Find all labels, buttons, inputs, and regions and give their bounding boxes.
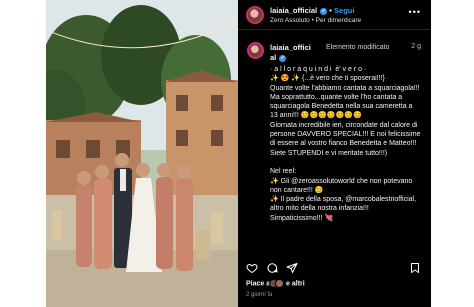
post-date: 2 giorni fa — [246, 292, 273, 298]
bookmark-icon[interactable] — [409, 262, 421, 274]
more-options-icon[interactable]: ••• — [409, 7, 421, 17]
audio-title: Per dimenticare — [315, 17, 362, 24]
likes-suffix: e altri — [286, 280, 305, 288]
heart-icon[interactable] — [246, 262, 258, 274]
caption-user-block: laiaia_offici al ✓ — [270, 43, 314, 63]
audio-artist: Zero Assoluto — [270, 17, 310, 24]
caption-verified-icon: ✓ — [279, 54, 287, 62]
edited-label: Elemento modificato — [326, 44, 390, 51]
post-header: laiaia_official ✓ • Segui Zero Assoluto … — [238, 0, 431, 30]
liker-avatar — [275, 279, 285, 288]
caption-timestamp: 2 g — [411, 43, 421, 50]
wedding-photo — [46, 0, 238, 307]
send-icon[interactable] — [286, 262, 298, 274]
audio-separator: • — [311, 17, 314, 24]
audio-line[interactable]: Zero Assoluto • Per dimenticare — [270, 17, 361, 24]
header-username-row: laiaia_official ✓ • Segui — [270, 6, 354, 15]
likes-summary[interactable]: Piace a e altri — [246, 279, 305, 288]
verified-badge-icon: ✓ — [320, 7, 328, 15]
caption-text: · a l l o r a q u i n d i è' v e r o · ✨… — [270, 66, 421, 222]
post-photo[interactable] — [46, 0, 238, 307]
separator-dot: • — [329, 6, 332, 15]
caption-username[interactable]: laiaia_offici al — [270, 43, 311, 62]
post-sidebar: laiaia_official ✓ • Segui Zero Assoluto … — [238, 0, 431, 307]
action-bar — [238, 258, 431, 276]
caption-avatar[interactable] — [247, 42, 264, 59]
likes-prefix: Piace a — [246, 280, 271, 288]
follow-button[interactable]: Segui — [334, 6, 354, 15]
author-avatar[interactable] — [246, 6, 264, 24]
comment-icon[interactable] — [266, 262, 278, 274]
page-background — [431, 0, 474, 307]
instagram-post-frame: laiaia_official ✓ • Segui Zero Assoluto … — [0, 0, 474, 307]
author-username[interactable]: laiaia_official — [270, 6, 317, 15]
caption-section: laiaia_offici al ✓ Elemento modificato 2… — [238, 31, 431, 251]
